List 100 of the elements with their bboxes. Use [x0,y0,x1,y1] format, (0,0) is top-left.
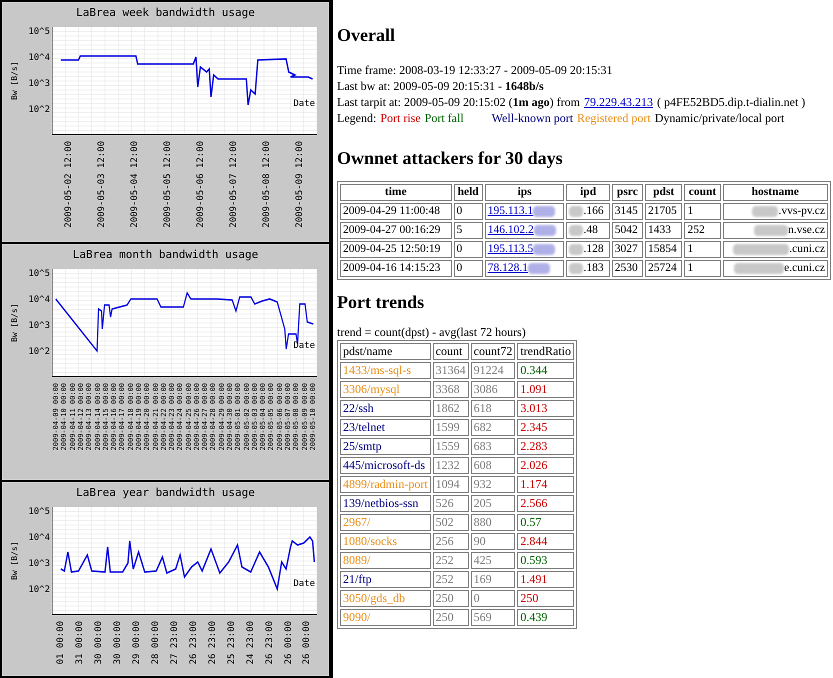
table-cell: 0 [454,260,483,277]
table-cell: 8089/ [340,552,431,569]
table-cell: 2.283 [517,438,574,455]
x-tick-label: 2009-05-07 12:00 [229,141,240,228]
table-cell: 252 [432,571,469,588]
column-header: hostname [722,184,828,201]
table-cell: 25724 [644,260,682,277]
chart-title: LaBrea week bandwidth usage [76,6,255,19]
section-heading: Ownnet attackers for 30 days [337,148,564,169]
table-cell: 0 [470,590,516,607]
y-tick-label: 10^5 [28,27,50,37]
table-cell: 5042 [612,222,643,239]
redaction-blur [528,263,550,274]
table-cell: 22/ssh [340,400,431,417]
table-cell: 1433 [644,222,682,239]
y-axis-label: Bw [B/s] [10,60,20,102]
table-cell: 2.566 [517,495,574,512]
x-axis-label: Date [293,99,315,109]
table-cell: 21/ftp [340,571,431,588]
x-axis-label: Date [293,579,315,589]
table-cell: 2.844 [517,533,574,550]
table-cell: 1 [684,203,721,220]
redaction-blur [569,244,584,255]
table-cell: 2.026 [517,457,574,474]
table-cell: 3.013 [517,400,574,417]
legend-item: Registered port [577,111,651,125]
x-tick-label: 25 23:00 [226,621,237,664]
time-frame-text: Time frame: 2008-03-19 12:33:27 - 2009-05-09 20:15:31 [337,62,614,78]
table-cell: .48 [583,223,598,238]
table-cell: 2009-04-27 00:16:29 [340,222,452,239]
redaction-blur [569,263,584,274]
table-cell: 252 [432,552,469,569]
table-cell: .166 [583,204,604,219]
column-header: trendRatio [517,343,574,360]
x-tick-label: 2009-05-06 12:00 [196,141,206,228]
y-tick-label: 10^4 [28,295,50,305]
table-cell: 3027 [612,241,643,258]
x-tick-label: 28 00:00 [151,621,162,664]
table-cell: 2009-04-16 14:15:23 [340,260,452,277]
table-cell: 250 [432,590,469,607]
x-tick-label: 01 00:00 [56,621,66,664]
x-tick-label: 30 00:00 [113,621,124,664]
table-cell: 1094 [432,476,469,493]
redaction-blur [534,225,556,236]
x-tick-label: 2009-05-02 12:00 [64,141,74,228]
table-cell: 526 [432,495,469,512]
table-cell: 2.345 [517,419,574,436]
table-cell: .128 [583,242,604,257]
legend-label: Legend: [337,111,376,125]
redaction-blur [752,206,778,217]
table-cell: 0.439 [517,609,574,626]
table-cell: 683 [470,438,516,455]
x-tick-label: 24 23:00 [246,621,256,664]
table-cell: 2009-04-29 11:00:48 [340,203,452,220]
table-cell: 1 [684,241,721,258]
table-cell: 1.491 [517,571,574,588]
hostname-text: ( p4FE52BD5.dip.t-dialin.net ) [656,95,806,109]
table-cell: 205 [470,495,516,512]
table-cell: 932 [470,476,516,493]
table-cell: 3050/gds_db [340,590,431,607]
column-header: held [454,184,483,201]
x-tick-label: 26 00:00 [284,621,294,664]
legend-item: Well-known port [492,111,574,125]
y-tick-label: 10^5 [28,507,50,517]
table-cell: 2530 [612,260,643,277]
table-cell: 1 [684,260,721,277]
x-tick-label: 30 00:00 [94,621,104,664]
column-header: count [684,184,721,201]
table-cell: 31364 [432,362,469,379]
table-cell: .183 [583,261,604,276]
column-header: ips [484,184,564,201]
table-cell: 2967/ [340,514,431,531]
redaction-blur [533,206,556,217]
table-cell: 9090/ [340,609,431,626]
y-tick-label: 10^2 [28,347,50,357]
table-cell: 1599 [432,419,469,436]
x-tick-label: 26 23:00 [188,621,199,664]
table-cell: 169 [470,571,516,588]
table-cell: 1232 [432,457,469,474]
last-bandwidth-text: Last bw at: 2009-05-09 20:15:31 - 1648b/s [337,78,545,94]
table-cell: 3145 [612,203,643,220]
table-cell: .cuni.cz [789,242,825,257]
section-heading: Port trends [337,292,426,313]
x-tick-label: 2009-05-09 12:00 [295,141,306,228]
x-tick-label: 31 00:00 [75,621,86,664]
ip-link[interactable]: 79.229.43.213 [584,95,653,109]
table-cell: 91224 [470,362,516,379]
y-tick-label: 10^2 [28,585,50,595]
table-cell: .vvs-pv.cz [778,204,825,219]
x-tick-label: 29 00:00 [132,621,142,664]
table-cell: 1.091 [517,381,574,398]
formula-text: trend = count(dpst) - avg(last 72 hours) [337,325,527,340]
table-cell: 25/smtp [340,438,431,455]
legend-item: Port rise [380,111,421,125]
column-header: ipd [566,184,610,201]
section-heading: Overall [337,25,396,46]
table-cell: 2009-04-25 12:50:19 [340,241,452,258]
table-cell: 3306/mysql [340,381,431,398]
table-cell: 139/netbios-ssn [340,495,431,512]
column-header: count72 [470,343,516,360]
